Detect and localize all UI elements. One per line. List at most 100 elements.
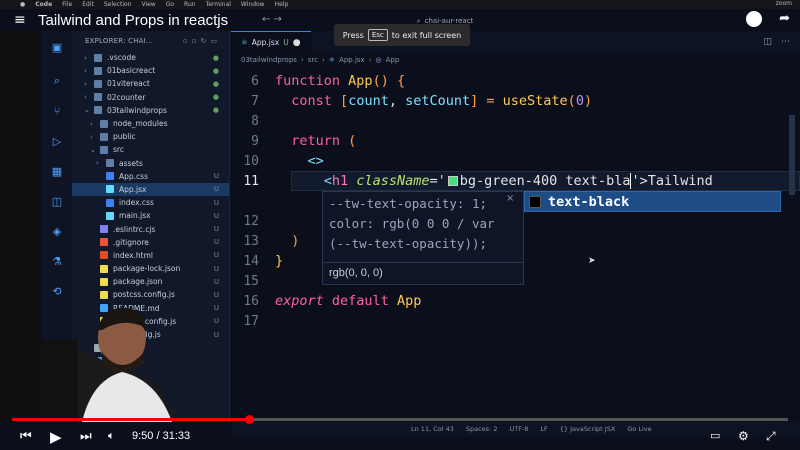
- scrubber-handle[interactable]: [245, 415, 254, 424]
- video-progress-bar[interactable]: [12, 418, 788, 421]
- git-status-badge: U: [213, 211, 219, 220]
- menu-item[interactable]: Selection: [104, 1, 132, 8]
- video-title[interactable]: Tailwind and Props in reactjs: [38, 12, 228, 29]
- menubar-status: zoom: [775, 0, 792, 7]
- tree-item[interactable]: › 01vitereact ●: [72, 77, 229, 90]
- tab-badge: U: [283, 38, 289, 47]
- menu-item[interactable]: Window: [241, 1, 265, 8]
- tree-item[interactable]: .gitignore U: [72, 236, 229, 249]
- tree-item-label: index.html: [113, 250, 153, 260]
- line-number: 11: [243, 173, 259, 189]
- language-mode[interactable]: {} JavaScript JSX: [560, 425, 615, 433]
- folder-icon: [100, 119, 108, 128]
- menu-icon[interactable]: ≡: [14, 12, 26, 28]
- extensions-icon[interactable]: ▦: [47, 161, 67, 181]
- git-status-badge: U: [213, 238, 219, 247]
- next-icon[interactable]: ⏭: [80, 429, 92, 444]
- menu-item[interactable]: Edit: [82, 1, 94, 8]
- scrollbar[interactable]: [789, 115, 795, 195]
- line-number: 16: [243, 293, 259, 309]
- close-icon[interactable]: ×: [506, 193, 514, 204]
- mouse-cursor-icon: ➤: [588, 256, 596, 266]
- color-swatch-icon[interactable]: [447, 176, 458, 186]
- tree-item[interactable]: ⌄ src: [72, 143, 229, 156]
- code-text: (: [567, 93, 576, 109]
- explorer-actions-icon[interactable]: ▫▫↻▭: [183, 37, 221, 45]
- tree-item[interactable]: App.jsx U: [72, 182, 229, 197]
- chevron-right-icon: ›: [84, 66, 87, 75]
- menu-item[interactable]: File: [62, 1, 72, 8]
- play-icon[interactable]: ▶: [50, 428, 62, 446]
- share-icon[interactable]: ➦: [779, 11, 790, 26]
- apple-icon[interactable]: ●: [20, 1, 25, 8]
- breadcrumb-item[interactable]: App.jsx: [339, 56, 365, 64]
- breadcrumb-item[interactable]: src: [308, 56, 318, 64]
- tree-item[interactable]: package-lock.json U: [72, 262, 229, 275]
- chevron-down-icon: ⌄: [90, 145, 96, 154]
- menu-item[interactable]: Terminal: [206, 1, 231, 8]
- tree-item[interactable]: › 01basicreact ●: [72, 64, 229, 77]
- more-actions-icon[interactable]: ⋯: [781, 37, 790, 47]
- line-ending[interactable]: LF: [540, 425, 547, 433]
- autocomplete-item[interactable]: text-black: [524, 191, 781, 212]
- explorer-header: EXPLORER: CHAI... ▫▫↻▭: [72, 31, 229, 51]
- previous-icon[interactable]: ⏮: [20, 429, 32, 444]
- menu-item[interactable]: View: [141, 1, 155, 8]
- tree-item[interactable]: index.css U: [72, 196, 229, 209]
- tree-item[interactable]: package.json U: [72, 275, 229, 288]
- code-text: '>Tailwind: [631, 173, 713, 189]
- tree-item[interactable]: › 02counter ●: [72, 91, 229, 104]
- settings-icon[interactable]: ⚙: [738, 429, 749, 443]
- menu-item[interactable]: Go: [166, 1, 174, 8]
- source-control-icon[interactable]: ⑂: [47, 101, 67, 121]
- files-icon[interactable]: ▣: [47, 37, 67, 57]
- tree-item[interactable]: › node_modules: [72, 117, 229, 130]
- subtitles-icon[interactable]: ▭: [710, 429, 720, 442]
- react-icon: ⚛: [328, 56, 336, 64]
- search-icon[interactable]: ⌕: [47, 71, 67, 91]
- run-debug-icon[interactable]: ▷: [47, 131, 67, 151]
- code-line: 6 function App() {: [231, 71, 405, 91]
- split-editor-icon[interactable]: ◫: [763, 37, 772, 47]
- tab-label: App.jsx: [251, 38, 280, 47]
- tree-item-label: .eslintrc.cjs: [113, 224, 156, 234]
- tree-item-label: .gitignore: [113, 237, 149, 247]
- cursor-position[interactable]: Ln 11, Col 43: [411, 425, 454, 433]
- tree-item[interactable]: › assets: [72, 157, 229, 170]
- component-icon: ◎: [375, 56, 382, 64]
- unsaved-dot-icon[interactable]: ●: [293, 38, 301, 48]
- exit-fullscreen-icon[interactable]: ⤢: [766, 429, 776, 444]
- tab-app-jsx[interactable]: ⚛ App.jsx U ●: [231, 31, 311, 53]
- indentation[interactable]: Spaces: 2: [466, 425, 498, 433]
- tree-item-label: main.jsx: [119, 211, 151, 221]
- tree-item[interactable]: ⌄ 03tailwindprops ●: [72, 104, 229, 117]
- watch-later-icon[interactable]: [746, 11, 762, 27]
- menu-item[interactable]: Run: [184, 1, 196, 8]
- tree-item[interactable]: main.jsx U: [72, 209, 229, 222]
- nav-arrows-icon[interactable]: ← →: [262, 14, 282, 25]
- tree-item[interactable]: › public: [72, 130, 229, 143]
- menu-item[interactable]: Help: [275, 1, 289, 8]
- tree-item[interactable]: .eslintrc.cjs U: [72, 222, 229, 235]
- code-text: ': [437, 173, 446, 189]
- jsx-icon: [106, 211, 114, 220]
- tree-item[interactable]: index.html U: [72, 249, 229, 262]
- code-line: 10 <>: [231, 151, 323, 171]
- docker-icon[interactable]: ◈: [47, 221, 67, 241]
- line-number: 15: [243, 273, 259, 289]
- tree-item[interactable]: › .vscode ●: [72, 51, 229, 64]
- code-line: 8: [231, 111, 275, 131]
- remote-icon[interactable]: ◫: [47, 191, 67, 211]
- live-share-icon[interactable]: ⟲: [47, 281, 67, 301]
- code-line: 12: [231, 211, 275, 231]
- encoding[interactable]: UTF-8: [509, 425, 528, 433]
- breadcrumb-item[interactable]: App: [386, 56, 400, 64]
- video-time: 9:50 / 31:33: [132, 430, 190, 442]
- go-live-button[interactable]: Go Live: [627, 425, 651, 433]
- color-swatch-icon: [529, 195, 541, 208]
- breadcrumb-item[interactable]: 03tailwindprops: [241, 56, 297, 64]
- volume-icon[interactable]: 🔈︎: [108, 429, 115, 443]
- tree-item[interactable]: App.css U: [72, 170, 229, 183]
- testing-icon[interactable]: ⚗: [47, 251, 67, 271]
- menu-app[interactable]: Code: [35, 1, 52, 8]
